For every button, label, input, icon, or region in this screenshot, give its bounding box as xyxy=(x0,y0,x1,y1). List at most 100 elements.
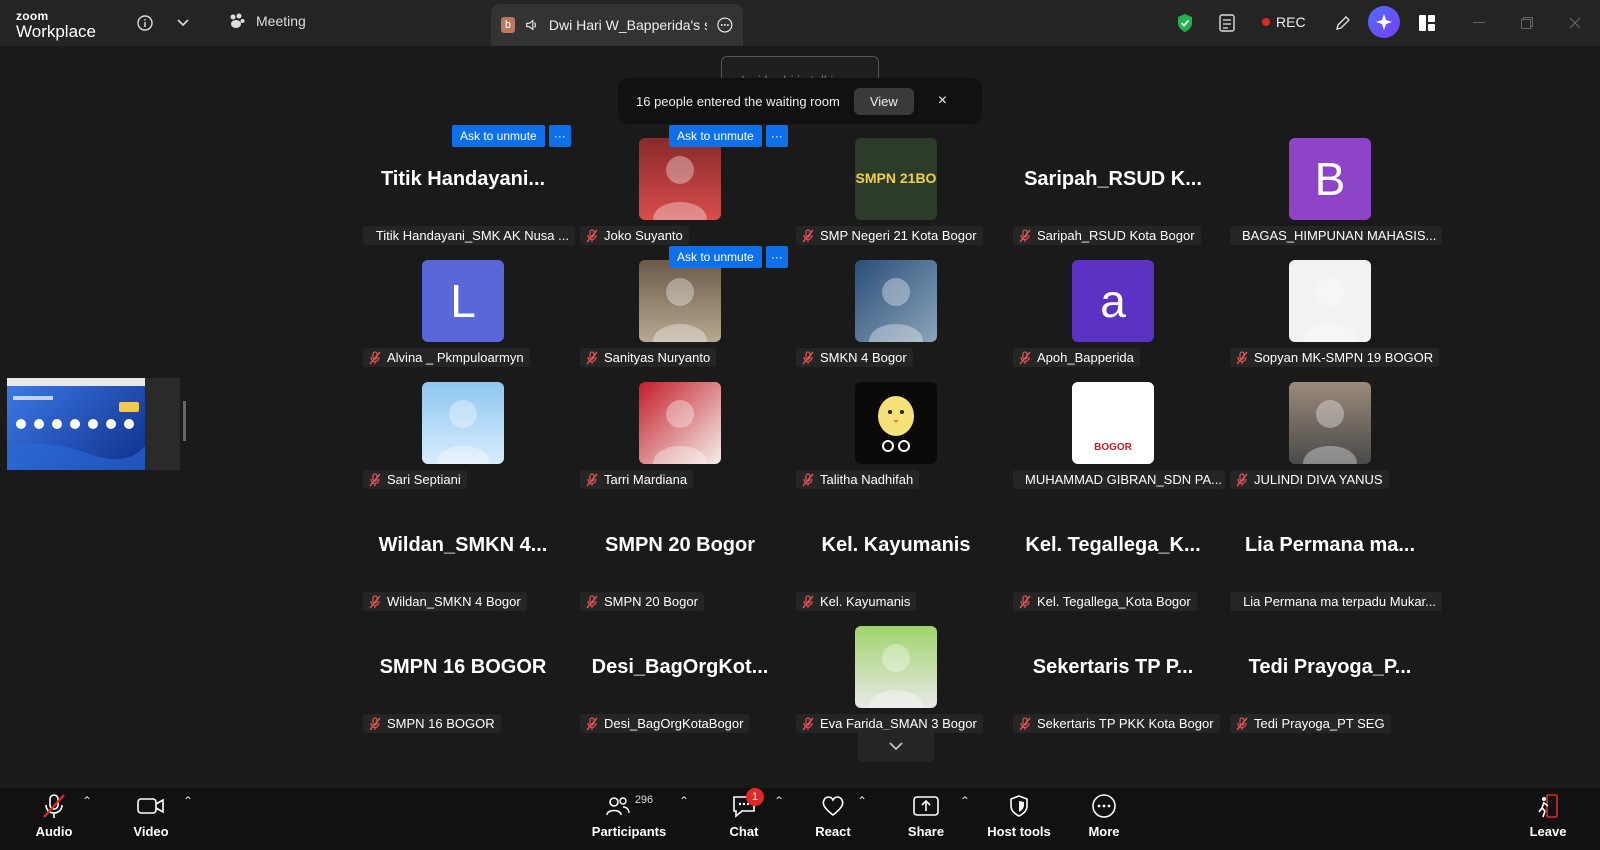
participant-tile[interactable]: B BAGAS_HIMPUNAN MAHASIS... xyxy=(1224,130,1442,248)
chevron-down-icon[interactable] xyxy=(172,12,194,34)
participant-avatar xyxy=(639,260,721,342)
participant-name-label: Wildan_SMKN 4 Bogor xyxy=(363,592,527,611)
participant-name: MUHAMMAD GIBRAN_SDN PA... xyxy=(1025,472,1222,487)
mic-muted-icon xyxy=(1236,350,1248,364)
participant-tile[interactable]: SMPN 21BO SMP Negeri 21 Kota Bogor xyxy=(790,130,1002,248)
participant-tile[interactable]: L Alvina _ Pkmpuloarmyn xyxy=(357,252,569,370)
participant-tile[interactable]: Sekertaris TP P... Sekertaris TP PKK Kota… xyxy=(1007,618,1220,736)
leave-button[interactable]: Leave xyxy=(1508,788,1588,850)
thumbnail-preview xyxy=(7,378,145,470)
participant-tile[interactable]: SMPN 20 Bogor SMPN 20 Bogor xyxy=(574,496,786,614)
avatar-letter: B xyxy=(1314,153,1346,205)
layout-panel-icon[interactable] xyxy=(1416,12,1438,34)
info-icon[interactable] xyxy=(134,12,156,34)
screen-share-tab[interactable]: b Dwi Hari W_Bapperida's scre xyxy=(491,4,743,46)
mic-muted-icon xyxy=(1236,472,1248,486)
audio-label: Audio xyxy=(35,824,73,839)
host-tools-button[interactable]: Host tools xyxy=(980,788,1058,850)
scroll-down-button[interactable] xyxy=(858,730,934,762)
participants-button[interactable]: 296 Participants xyxy=(589,788,669,850)
participant-display-name: Lia Permana ma... xyxy=(1244,534,1416,556)
participant-tile[interactable]: Talitha Nadhifah xyxy=(790,374,1002,492)
participant-name: Titik Handayani_SMK AK Nusa ... xyxy=(375,228,569,243)
participant-tile[interactable]: Saripah_RSUD K... Saripah_RSUD Kota Bogor xyxy=(1007,130,1219,248)
participant-name-label: Sekertaris TP PKK Kota Bogor xyxy=(1013,714,1220,733)
participant-tile[interactable]: Lia Permana ma... Lia Permana ma terpadu … xyxy=(1224,496,1442,614)
participant-name: SMKN 4 Bogor xyxy=(820,350,907,365)
minimize-icon[interactable] xyxy=(1468,12,1490,34)
host-shield-icon xyxy=(1010,795,1028,817)
notes-icon[interactable] xyxy=(1216,12,1238,34)
participant-tile[interactable]: Sari Septiani xyxy=(357,374,569,492)
participant-tile[interactable]: Titik Handayani... Titik Handayani_SMK AK… xyxy=(357,130,575,248)
participant-tile[interactable]: Joko Suyanto xyxy=(574,130,786,248)
participant-more-button[interactable]: ··· xyxy=(548,125,571,147)
ask-to-unmute-button[interactable]: Ask to unmute xyxy=(669,125,762,147)
participant-name: Kel. Tegallega_Kota Bogor xyxy=(1037,594,1191,609)
video-options-caret[interactable]: ⌃ xyxy=(183,794,193,808)
participant-name: Saripah_RSUD Kota Bogor xyxy=(1037,228,1195,243)
more-button[interactable]: More xyxy=(1064,788,1144,850)
more-options-icon[interactable] xyxy=(717,16,733,34)
participant-tile[interactable]: Desi_BagOrgKot... Desi_BagOrgKotaBogor xyxy=(574,618,786,736)
shared-screen-thumbnail[interactable] xyxy=(7,378,180,470)
participant-name-label: Tarri Mardiana xyxy=(580,470,694,489)
participant-avatar: SMPN 21BO xyxy=(855,138,937,220)
thumbnail-drag-handle[interactable] xyxy=(183,401,186,441)
participant-tile[interactable]: JULINDI DIVA YANUS xyxy=(1224,374,1436,492)
close-notification-button[interactable]: × xyxy=(938,92,947,110)
participant-tile[interactable]: SMKN 4 Bogor xyxy=(790,252,1002,370)
ask-to-unmute-button[interactable]: Ask to unmute xyxy=(669,246,762,268)
participant-tile[interactable]: Kel. Tegallega_K... Kel. Tegallega_Kota B… xyxy=(1007,496,1219,614)
video-button[interactable]: Video xyxy=(111,788,191,850)
meeting-tab[interactable]: Meeting xyxy=(228,12,306,30)
participant-avatar xyxy=(855,260,937,342)
recording-indicator[interactable]: REC xyxy=(1262,14,1306,30)
participant-more-button[interactable]: ··· xyxy=(765,246,788,268)
participant-avatar: BOGOR xyxy=(1072,382,1154,464)
participant-tile[interactable]: Sopyan MK-SMPN 19 BOGOR xyxy=(1224,252,1440,370)
participant-more-button[interactable]: ··· xyxy=(765,125,788,147)
more-label: More xyxy=(1088,824,1120,839)
participant-name: Sari Septiani xyxy=(387,472,461,487)
encryption-shield-icon[interactable] xyxy=(1174,12,1196,34)
chat-options-caret[interactable]: ⌃ xyxy=(774,794,784,808)
share-screen-icon xyxy=(913,796,939,816)
close-icon[interactable] xyxy=(1564,12,1586,34)
participant-avatar xyxy=(855,382,937,464)
participant-tile[interactable]: Sanityas Nuryanto xyxy=(574,252,786,370)
chat-button[interactable]: Chat xyxy=(704,788,784,850)
ask-to-unmute-button[interactable]: Ask to unmute xyxy=(452,125,545,147)
view-waiting-room-button[interactable]: View xyxy=(853,87,914,115)
participant-tile[interactable]: SMPN 16 BOGOR SMPN 16 BOGOR xyxy=(357,618,569,736)
participant-tile[interactable]: Tedi Prayoga_P... Tedi Prayoga_PT SEG xyxy=(1224,618,1436,736)
participant-tile[interactable]: Wildan_SMKN 4... Wildan_SMKN 4 Bogor xyxy=(357,496,569,614)
mic-muted-icon xyxy=(586,350,598,364)
share-button[interactable]: Share xyxy=(886,788,966,850)
chevron-down-icon xyxy=(889,742,903,751)
restore-icon[interactable] xyxy=(1516,12,1538,34)
share-options-caret[interactable]: ⌃ xyxy=(960,794,970,808)
participant-avatar xyxy=(1289,260,1371,342)
zoom-workplace-logo: zoom Workplace xyxy=(16,10,96,40)
participant-name-label: Kel. Tegallega_Kota Bogor xyxy=(1013,592,1197,611)
participant-tile[interactable]: a Apoh_Bapperida xyxy=(1007,252,1219,370)
participants-options-caret[interactable]: ⌃ xyxy=(679,794,689,808)
mic-muted-icon xyxy=(586,472,598,486)
mic-muted-icon xyxy=(586,716,598,730)
participant-tile[interactable]: BOGOR MUHAMMAD GIBRAN_SDN PA... xyxy=(1007,374,1225,492)
participant-display-name: Wildan_SMKN 4... xyxy=(378,534,548,556)
more-icon xyxy=(1092,794,1116,818)
participant-tile[interactable]: Eva Farida_SMAN 3 Bogor xyxy=(790,618,1002,736)
mic-muted-icon xyxy=(1236,716,1248,730)
participant-tile[interactable]: Tarri Mardiana xyxy=(574,374,786,492)
participant-tile[interactable]: Kel. Kayumanis Kel. Kayumanis xyxy=(790,496,1002,614)
participant-name-label: Apoh_Bapperida xyxy=(1013,348,1140,367)
audio-options-caret[interactable]: ⌃ xyxy=(82,794,92,808)
react-label: React xyxy=(815,824,851,839)
participant-name-label: MUHAMMAD GIBRAN_SDN PA... xyxy=(1013,470,1225,489)
ai-companion-button[interactable] xyxy=(1368,6,1400,38)
react-options-caret[interactable]: ⌃ xyxy=(857,794,867,808)
participant-display-name: SMPN 16 BOGOR xyxy=(379,656,547,678)
pencil-icon[interactable] xyxy=(1332,12,1354,34)
